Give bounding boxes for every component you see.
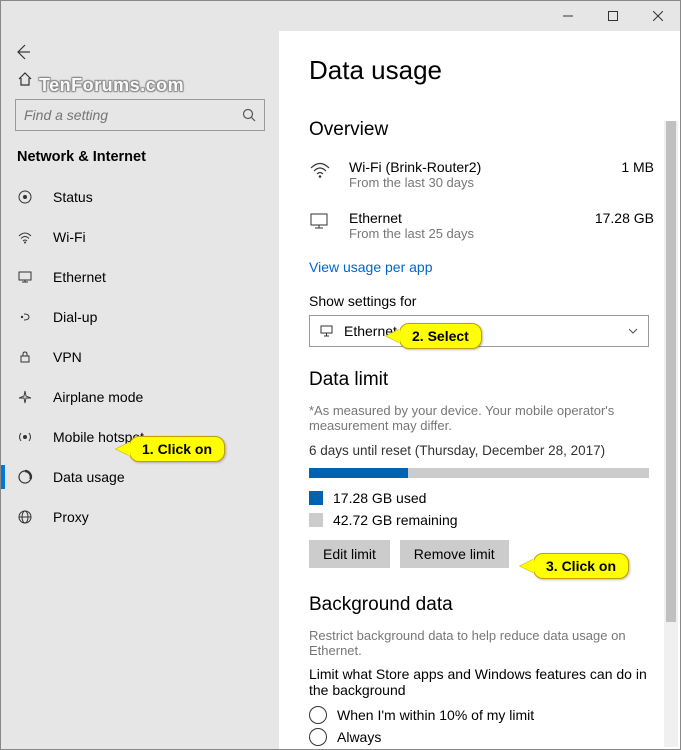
ethernet-icon <box>320 324 334 338</box>
data-limit-note: *As measured by your device. Your mobile… <box>309 403 662 433</box>
legend-swatch-remaining <box>309 513 323 527</box>
scrollbar[interactable] <box>664 121 678 747</box>
home-icon[interactable] <box>17 71 33 87</box>
used-label: 17.28 GB used <box>333 490 426 506</box>
sidebar-item-label: Airplane mode <box>53 389 143 405</box>
back-button[interactable] <box>3 37 43 67</box>
sidebar-item-label: Ethernet <box>53 269 106 285</box>
overview-row-ethernet: Ethernet From the last 25 days 17.28 GB <box>309 204 662 255</box>
close-button[interactable] <box>635 1 680 31</box>
sidebar-item-label: VPN <box>53 349 82 365</box>
status-icon <box>17 189 37 205</box>
category-title: Network & Internet <box>1 143 279 177</box>
radio-option-within10[interactable]: When I'm within 10% of my limit <box>309 706 662 724</box>
sidebar-item-wifi[interactable]: Wi-Fi <box>1 217 279 257</box>
main-content: Data usage Overview Wi-Fi (Brink-Router2… <box>279 31 680 749</box>
sidebar: TenForums.com Network & Internet Status … <box>1 31 279 749</box>
background-limit-label: Limit what Store apps and Windows featur… <box>309 666 649 698</box>
radio-icon <box>309 728 327 746</box>
hotspot-icon <box>17 429 37 445</box>
background-desc: Restrict background data to help reduce … <box>309 628 662 658</box>
chevron-down-icon <box>628 326 638 336</box>
wifi-icon <box>309 159 337 181</box>
show-settings-label: Show settings for <box>309 293 662 309</box>
callout-2: 2. Select <box>399 323 482 349</box>
overview-wifi-name: Wi-Fi (Brink-Router2) <box>349 159 621 175</box>
sidebar-item-datausage[interactable]: Data usage <box>1 457 279 497</box>
radio-label: Always <box>337 729 381 745</box>
search-input[interactable] <box>15 99 265 131</box>
overview-eth-name: Ethernet <box>349 210 595 226</box>
data-limit-progress <box>309 468 649 478</box>
remaining-label: 42.72 GB remaining <box>333 512 458 528</box>
scrollbar-thumb[interactable] <box>666 121 676 622</box>
sidebar-item-label: Data usage <box>53 469 125 485</box>
view-usage-link[interactable]: View usage per app <box>309 259 433 275</box>
ethernet-icon <box>17 269 37 285</box>
callout-3: 3. Click on <box>533 553 629 579</box>
overview-wifi-sub: From the last 30 days <box>349 175 621 190</box>
search-field[interactable] <box>24 107 242 123</box>
ethernet-icon <box>309 210 337 232</box>
datausage-icon <box>17 469 37 485</box>
minimize-button[interactable] <box>545 1 590 31</box>
sidebar-item-dialup[interactable]: Dial-up <box>1 297 279 337</box>
legend-remaining: 42.72 GB remaining <box>309 512 662 528</box>
overview-eth-sub: From the last 25 days <box>349 226 595 241</box>
overview-heading: Overview <box>309 119 662 141</box>
overview-row-wifi: Wi-Fi (Brink-Router2) From the last 30 d… <box>309 153 662 204</box>
overview-wifi-value: 1 MB <box>621 159 654 175</box>
progress-fill <box>309 468 408 478</box>
airplane-icon <box>17 389 37 405</box>
radio-option-always[interactable]: Always <box>309 728 662 746</box>
overview-eth-value: 17.28 GB <box>595 210 654 226</box>
sidebar-item-label: Wi-Fi <box>53 229 86 245</box>
sidebar-item-label: Dial-up <box>53 309 97 325</box>
sidebar-item-label: Proxy <box>53 509 89 525</box>
vpn-icon <box>17 349 37 365</box>
sidebar-item-vpn[interactable]: VPN <box>1 337 279 377</box>
sidebar-item-status[interactable]: Status <box>1 177 279 217</box>
radio-label: When I'm within 10% of my limit <box>337 707 534 723</box>
dialup-icon <box>17 309 37 325</box>
titlebar <box>1 1 680 31</box>
edit-limit-button[interactable]: Edit limit <box>309 540 390 568</box>
proxy-icon <box>17 509 37 525</box>
sidebar-item-label: Status <box>53 189 93 205</box>
legend-used: 17.28 GB used <box>309 490 662 506</box>
sidebar-item-airplane[interactable]: Airplane mode <box>1 377 279 417</box>
sidebar-item-proxy[interactable]: Proxy <box>1 497 279 537</box>
search-icon <box>242 108 256 122</box>
sidebar-item-ethernet[interactable]: Ethernet <box>1 257 279 297</box>
reset-info: 6 days until reset (Thursday, December 2… <box>309 443 662 458</box>
remove-limit-button[interactable]: Remove limit <box>400 540 509 568</box>
legend-swatch-used <box>309 491 323 505</box>
wifi-icon <box>17 229 37 245</box>
maximize-button[interactable] <box>590 1 635 31</box>
data-limit-heading: Data limit <box>309 369 662 391</box>
radio-icon <box>309 706 327 724</box>
page-title: Data usage <box>309 55 680 86</box>
background-heading: Background data <box>309 594 662 616</box>
callout-1: 1. Click on <box>129 436 225 462</box>
